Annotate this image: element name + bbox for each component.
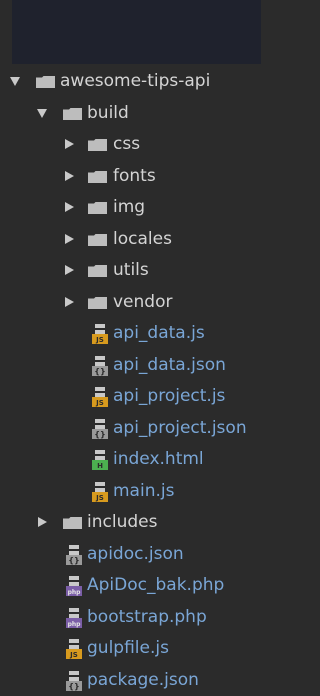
svg-text:{}: {} [68,556,79,565]
chevron-right-icon[interactable] [65,139,74,149]
tree-file-label: api_project.json [113,417,247,439]
top-panel [12,0,261,64]
svg-text:JS: JS [95,336,104,344]
svg-text:JS: JS [95,399,104,407]
tree-file-label: gulpfile.js [87,637,169,659]
tree-folder-fonts[interactable]: fonts [0,161,261,193]
svg-text:H: H [97,462,103,470]
tree-file-apidoc-bak-php[interactable]: php ApiDoc_bak.php [0,570,261,602]
tree-folder-label: includes [87,511,157,533]
svg-text:JS: JS [69,651,78,659]
tree-folder-locales[interactable]: locales [0,224,261,256]
tree-folder-root[interactable]: awesome-tips-api [0,66,261,98]
tree-folder-label: vendor [113,291,172,313]
php-file-icon: php [66,576,82,596]
chevron-right-icon[interactable] [65,234,74,244]
tree-file-label: ApiDoc_bak.php [87,574,224,596]
tree-folder-label: locales [113,228,172,250]
js-file-icon: JS [92,324,108,344]
folder-icon [63,517,82,529]
tree-folder-label: build [87,102,129,124]
html-file-icon: H [92,450,108,470]
tree-file-main-js[interactable]: JS main.js [0,476,261,508]
tree-file-api-project-json[interactable]: {} api_project.json [0,413,261,445]
json-file-icon: {} [92,419,108,439]
php-file-icon: php [66,608,82,628]
tree-folder-label: css [113,133,140,155]
tree-file-label: bootstrap.php [87,606,207,628]
tree-file-api-project-js[interactable]: JS api_project.js [0,381,261,413]
tree-folder-img[interactable]: img [0,192,261,224]
folder-icon [36,76,55,88]
tree-file-label: api_project.js [113,385,225,407]
chevron-right-icon[interactable] [65,265,74,275]
tree-file-label: index.html [113,448,204,470]
tree-file-label: main.js [113,480,174,502]
svg-text:{}: {} [68,682,79,691]
tree-folder-label: fonts [113,165,156,187]
folder-icon [88,265,107,277]
chevron-right-icon[interactable] [38,517,47,527]
tree-file-label: package.json [87,669,199,691]
tree-file-package-json[interactable]: {} package.json [0,665,261,696]
js-file-icon: JS [66,639,82,659]
folder-icon [88,139,107,151]
tree-folder-vendor[interactable]: vendor [0,287,261,319]
tree-folder-css[interactable]: css [0,129,261,161]
chevron-right-icon[interactable] [65,297,74,307]
tree-folder-utils[interactable]: utils [0,255,261,287]
tree-folder-build[interactable]: build [0,98,261,130]
tree-folder-label: img [113,196,145,218]
folder-icon [88,171,107,183]
svg-text:php: php [68,621,82,628]
tree-file-index-html[interactable]: H index.html [0,444,261,476]
tree-file-api-data-js[interactable]: JS api_data.js [0,318,261,350]
json-file-icon: {} [66,545,82,565]
tree-file-gulpfile-js[interactable]: JS gulpfile.js [0,633,261,665]
folder-icon [88,202,107,214]
folder-icon [63,108,82,120]
folder-icon [88,234,107,246]
chevron-down-icon[interactable] [10,77,20,86]
tree-folder-label: awesome-tips-api [60,70,210,92]
svg-text:JS: JS [95,494,104,502]
tree-file-label: api_data.json [113,354,226,376]
js-file-icon: JS [92,387,108,407]
chevron-right-icon[interactable] [65,202,74,212]
tree-file-bootstrap-php[interactable]: php bootstrap.php [0,602,261,634]
js-file-icon: JS [92,482,108,502]
project-tree[interactable]: awesome-tips-api build css fonts img [0,66,261,696]
chevron-down-icon[interactable] [37,109,47,118]
tree-file-label: apidoc.json [87,543,184,565]
json-file-icon: {} [66,671,82,691]
folder-icon [88,297,107,309]
tree-folder-label: utils [113,259,149,281]
tree-file-apidoc-json[interactable]: {} apidoc.json [0,539,261,571]
tree-folder-includes[interactable]: includes [0,507,261,539]
svg-text:{}: {} [94,430,105,439]
svg-text:php: php [68,589,82,596]
svg-text:{}: {} [94,367,105,376]
tree-file-api-data-json[interactable]: {} api_data.json [0,350,261,382]
chevron-right-icon[interactable] [65,171,74,181]
tree-file-label: api_data.js [113,322,205,344]
json-file-icon: {} [92,356,108,376]
